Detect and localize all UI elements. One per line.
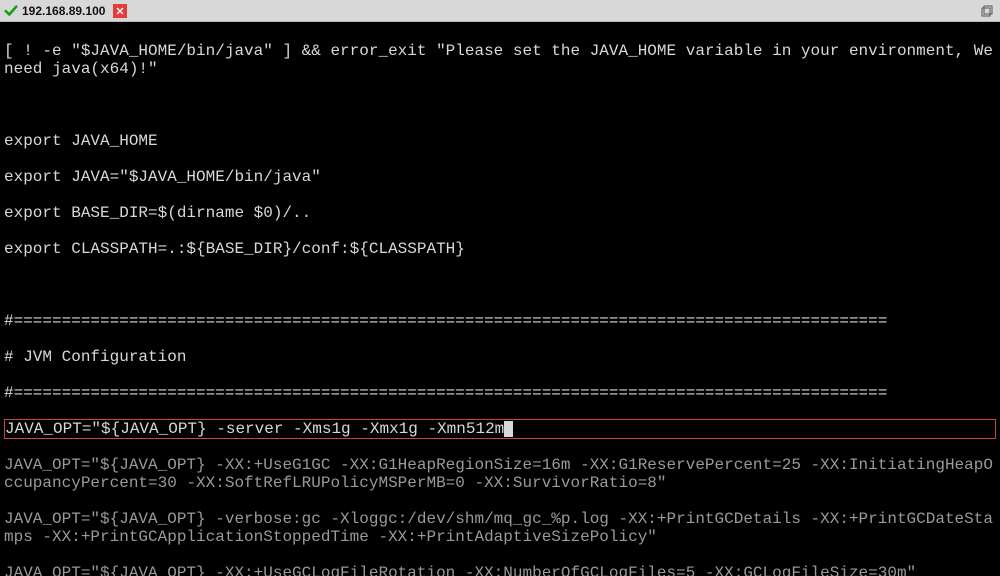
text-cursor	[504, 421, 513, 437]
term-line: # JVM Configuration	[4, 348, 996, 366]
term-line: export CLASSPATH=.:${BASE_DIR}/conf:${CL…	[4, 240, 996, 258]
term-line: [ ! -e "$JAVA_HOME/bin/java" ] && error_…	[4, 42, 996, 78]
term-line: JAVA_OPT="${JAVA_OPT} -XX:+UseG1GC -XX:G…	[4, 456, 996, 492]
term-line: export JAVA="$JAVA_HOME/bin/java"	[4, 168, 996, 186]
highlighted-region: JAVA_OPT="${JAVA_OPT} -server -Xms1g -Xm…	[4, 419, 996, 439]
term-line: #=======================================…	[4, 384, 996, 402]
term-line-highlighted: JAVA_OPT="${JAVA_OPT} -server -Xms1g -Xm…	[5, 420, 995, 438]
term-line: export BASE_DIR=$(dirname $0)/..	[4, 204, 996, 222]
tab-bar: 192.168.89.100	[0, 0, 1000, 22]
term-line: export JAVA_HOME	[4, 132, 996, 150]
term-line	[4, 276, 996, 294]
terminal-output[interactable]: [ ! -e "$JAVA_HOME/bin/java" ] && error_…	[0, 22, 1000, 576]
term-line: JAVA_OPT="${JAVA_OPT} -XX:+UseGCLogFileR…	[4, 564, 996, 576]
term-line	[4, 96, 996, 114]
cursor-line-text: JAVA_OPT="${JAVA_OPT} -server -Xms1g -Xm…	[5, 420, 504, 438]
connected-icon	[4, 4, 18, 18]
tab-title[interactable]: 192.168.89.100	[22, 4, 105, 18]
close-tab-button[interactable]	[113, 4, 127, 18]
term-line: #=======================================…	[4, 312, 996, 330]
restore-window-icon[interactable]	[980, 4, 994, 18]
term-line: JAVA_OPT="${JAVA_OPT} -verbose:gc -Xlogg…	[4, 510, 996, 546]
